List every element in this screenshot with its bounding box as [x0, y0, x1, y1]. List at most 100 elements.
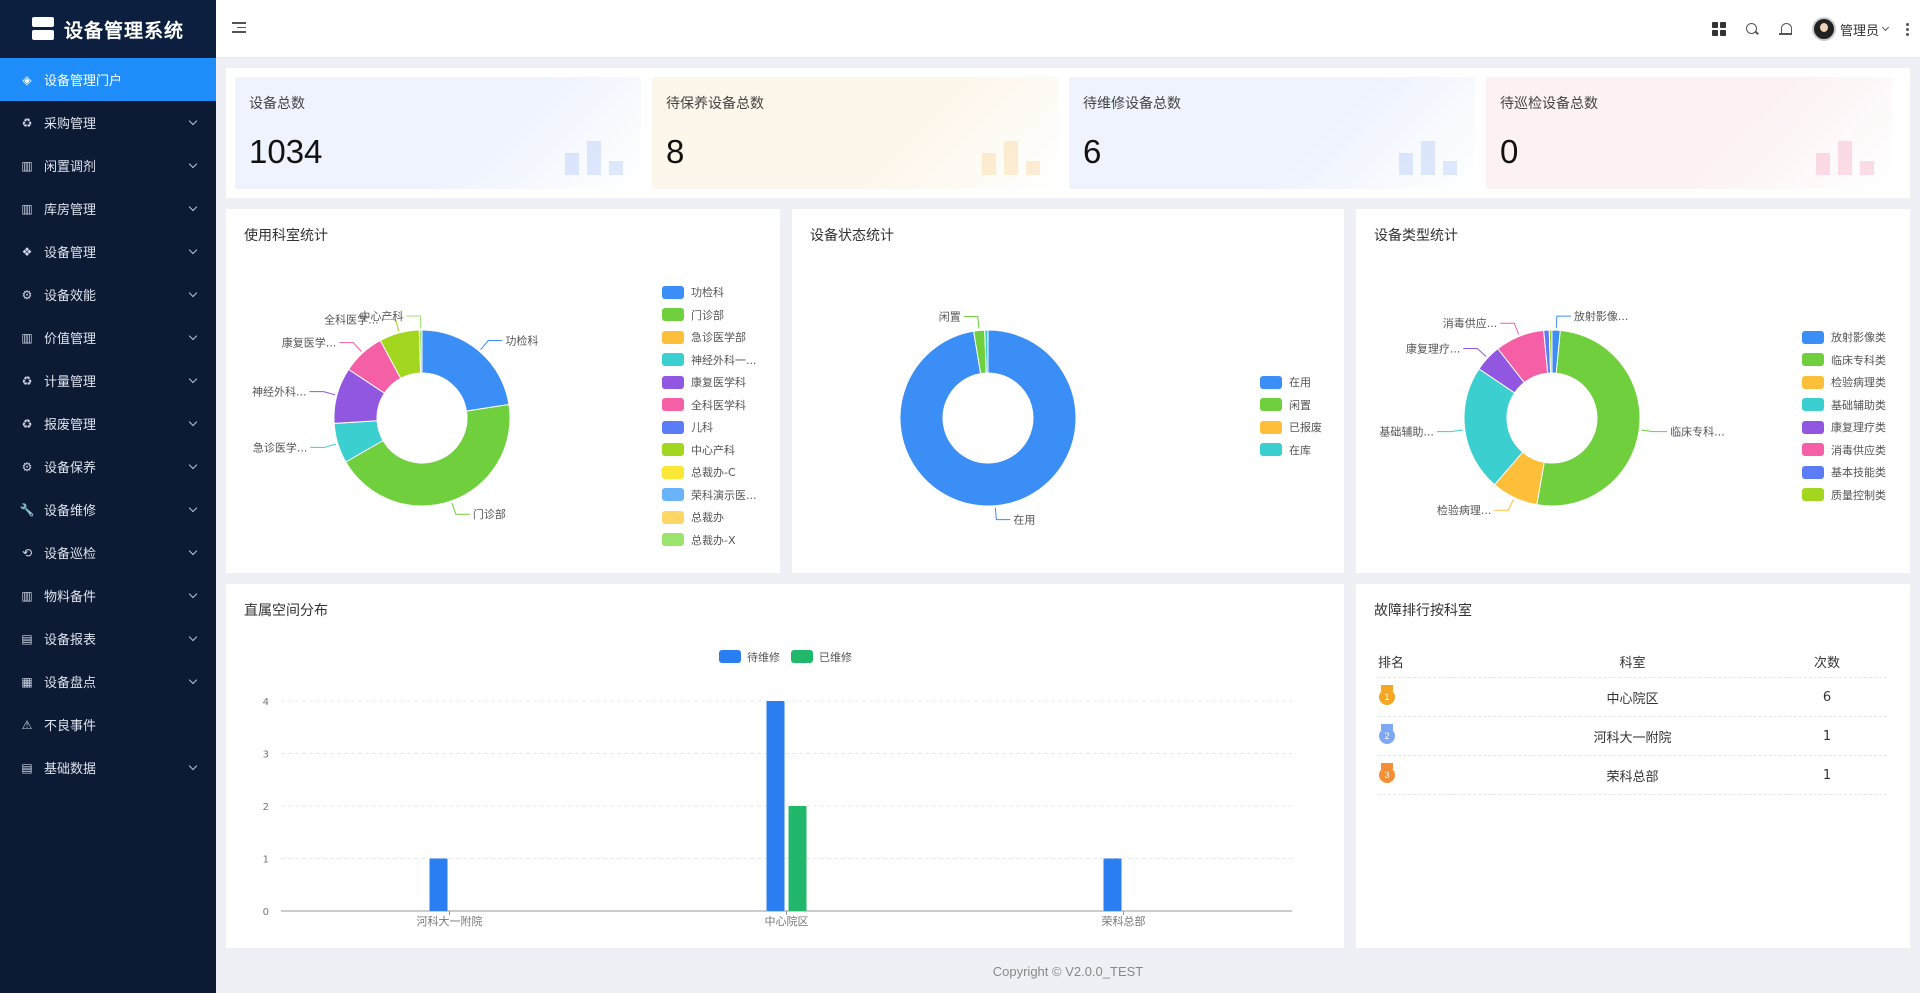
legend-item[interactable]: 中心产科	[662, 439, 757, 462]
pie-callout-label: 闲置	[939, 310, 961, 324]
stat-card-total[interactable]: 设备总数 1034	[235, 77, 641, 189]
menu-toggle-icon[interactable]	[232, 22, 246, 34]
panel-title: 故障排行按科室	[1374, 603, 1472, 619]
sidebar-item-15[interactable]: ⚠ 不良事件	[0, 703, 216, 746]
stat-card-maintenance[interactable]: 待保养设备总数 8	[652, 77, 1058, 189]
fault-ranking-panel: 故障排行按科室 排名 科室 次数 1 中心院区 6 2 河科大一附院 1 3 荣科总部 1	[1356, 584, 1910, 948]
callout-line	[406, 315, 422, 329]
legend-label: 总裁办-C	[691, 466, 736, 480]
y-tick-label: 0	[263, 907, 269, 918]
legend-swatch	[662, 510, 684, 524]
search-icon[interactable]	[1744, 21, 1760, 37]
sidebar-item-14[interactable]: ▦ 设备盘点	[0, 660, 216, 703]
legend-label: 中心产科	[691, 443, 735, 457]
sidebar-item-4[interactable]: ❖ 设备管理	[0, 230, 216, 273]
legend-item[interactable]: 在用	[1260, 371, 1322, 394]
bar-已维修[interactable]	[788, 806, 807, 911]
legend-item[interactable]: 神经外科一...	[662, 349, 757, 372]
x-tick-label: 中心院区	[765, 914, 809, 928]
legend-item[interactable]: 基础辅助类	[1802, 394, 1886, 417]
sidebar-item-12[interactable]: ▥ 物料备件	[0, 574, 216, 617]
sidebar-item-6[interactable]: ▥ 价值管理	[0, 316, 216, 359]
legend-item[interactable]: 闲置	[1260, 394, 1322, 417]
list-icon: ▤	[21, 760, 33, 775]
legend-item[interactable]: 儿科	[662, 416, 757, 439]
pie-callout-label: 临床专科...	[1670, 425, 1725, 439]
chevron-down-icon	[188, 460, 198, 469]
legend-item[interactable]: 基本技能类	[1802, 461, 1886, 484]
legend-item[interactable]: 在库	[1260, 439, 1322, 462]
sidebar-item-label: 设备维修	[44, 504, 97, 519]
sidebar-item-8[interactable]: ♻ 报废管理	[0, 402, 216, 445]
sidebar-item-5[interactable]: ⚙ 设备效能	[0, 273, 216, 316]
col-count: 次数	[1813, 656, 1840, 671]
bar-待维修[interactable]	[1103, 858, 1122, 912]
type-legend: 放射影像类 临床专科类 检验病理类 基础辅助类 康复理疗类 消毒供应类 基本技能类 质量控制类	[1802, 326, 1886, 506]
columns-icon: ▥	[21, 158, 33, 173]
sidebar-item-7[interactable]: ♻ 计量管理	[0, 359, 216, 402]
legend-item[interactable]: 荣科演示医...	[662, 484, 757, 507]
table-header: 排名 科室 次数	[1378, 646, 1887, 678]
legend-item[interactable]: 全科医学科	[662, 394, 757, 417]
sidebar-item-2[interactable]: ▥ 闲置调剂	[0, 144, 216, 187]
legend-swatch	[662, 353, 684, 367]
rank-cell: 1	[1378, 685, 1498, 709]
col-dept: 科室	[1619, 656, 1646, 671]
legend-item[interactable]: 康复医学科	[662, 371, 757, 394]
sidebar-item-0[interactable]: ◈ 设备管理门户	[0, 58, 216, 101]
chevron-down-icon	[188, 288, 198, 297]
legend-item[interactable]: 检验病理类	[1802, 371, 1886, 394]
sidebar: 设备管理系统 ◈ 设备管理门户 ♻ 采购管理 ▥ 闲置调剂 ▥ 库房管理 ❖ 设备管理 ⚙ 设备效能 ▥…	[0, 0, 216, 993]
sidebar-item-9[interactable]: ⚙ 设备保养	[0, 445, 216, 488]
sidebar-item-10[interactable]: 🔧 设备维修	[0, 488, 216, 531]
more-vertical-icon[interactable]	[1906, 22, 1910, 36]
bell-icon[interactable]	[1778, 21, 1794, 37]
legend-item[interactable]: 已报废	[1260, 416, 1322, 439]
legend-item[interactable]: 消毒供应类	[1802, 439, 1886, 462]
bar-待维修[interactable]	[429, 858, 448, 912]
callout-line	[339, 342, 362, 352]
user-menu[interactable]: 管理员	[1811, 17, 1890, 41]
legend-item[interactable]: 急诊医学部	[662, 326, 757, 349]
apps-grid-icon[interactable]	[1711, 22, 1726, 36]
stat-card-repair[interactable]: 待维修设备总数 6	[1069, 77, 1475, 189]
sidebar-item-13[interactable]: ▤ 设备报表	[0, 617, 216, 660]
type-stats-panel: 设备类型统计 放射影像... 临床专科... 检验病理... 基础辅助... 康复理疗.…	[1356, 209, 1910, 573]
sidebar-item-1[interactable]: ♻ 采购管理	[0, 101, 216, 144]
legend-label: 功检科	[691, 286, 724, 300]
legend-item[interactable]: 临床专科类	[1802, 349, 1886, 372]
legend-item[interactable]: 放射影像类	[1802, 326, 1886, 349]
legend-swatch[interactable]	[719, 650, 741, 663]
legend-item[interactable]: 总裁办-X	[662, 529, 757, 552]
legend-item[interactable]: 总裁办	[662, 506, 757, 529]
stat-title: 待维修设备总数	[1083, 96, 1181, 112]
report-icon: ▤	[21, 631, 33, 646]
legend-item[interactable]: 功检科	[662, 281, 757, 304]
stats-bar: 设备总数 1034 待保养设备总数 8 待维修设备总数 6 待巡检设备总数 0	[226, 68, 1910, 198]
legend-swatch	[1802, 353, 1824, 367]
sidebar-item-16[interactable]: ▤ 基础数据	[0, 746, 216, 789]
pie-callout-label: 急诊医学...	[253, 440, 308, 454]
legend-swatch	[662, 533, 684, 547]
top-header: 管理员	[216, 0, 1920, 58]
y-tick-label: 3	[263, 750, 269, 761]
pie-slice[interactable]	[421, 329, 510, 412]
callout-line	[1463, 347, 1487, 358]
legend-swatch	[662, 488, 684, 502]
legend-item[interactable]: 门诊部	[662, 304, 757, 327]
sidebar-item-label: 不良事件	[44, 719, 97, 734]
app-title: 设备管理系统	[63, 19, 184, 42]
stat-card-inspection[interactable]: 待巡检设备总数 0	[1486, 77, 1892, 189]
footer-copyright: Copyright © V2.0.0_TEST	[992, 964, 1144, 979]
legend-item[interactable]: 康复理疗类	[1802, 416, 1886, 439]
legend-item[interactable]: 总裁办-C	[662, 461, 757, 484]
sidebar-item-3[interactable]: ▥ 库房管理	[0, 187, 216, 230]
bar-待维修[interactable]	[766, 701, 785, 911]
rank-cell: 2	[1378, 724, 1498, 748]
y-tick-label: 2	[263, 802, 269, 813]
legend-swatch[interactable]	[791, 650, 813, 663]
sidebar-item-11[interactable]: ⟲ 设备巡检	[0, 531, 216, 574]
status-stats-panel: 设备状态统计 在用 闲置 在用 闲置 已报废 在库	[792, 209, 1344, 573]
legend-swatch	[662, 465, 684, 479]
legend-item[interactable]: 质量控制类	[1802, 484, 1886, 507]
